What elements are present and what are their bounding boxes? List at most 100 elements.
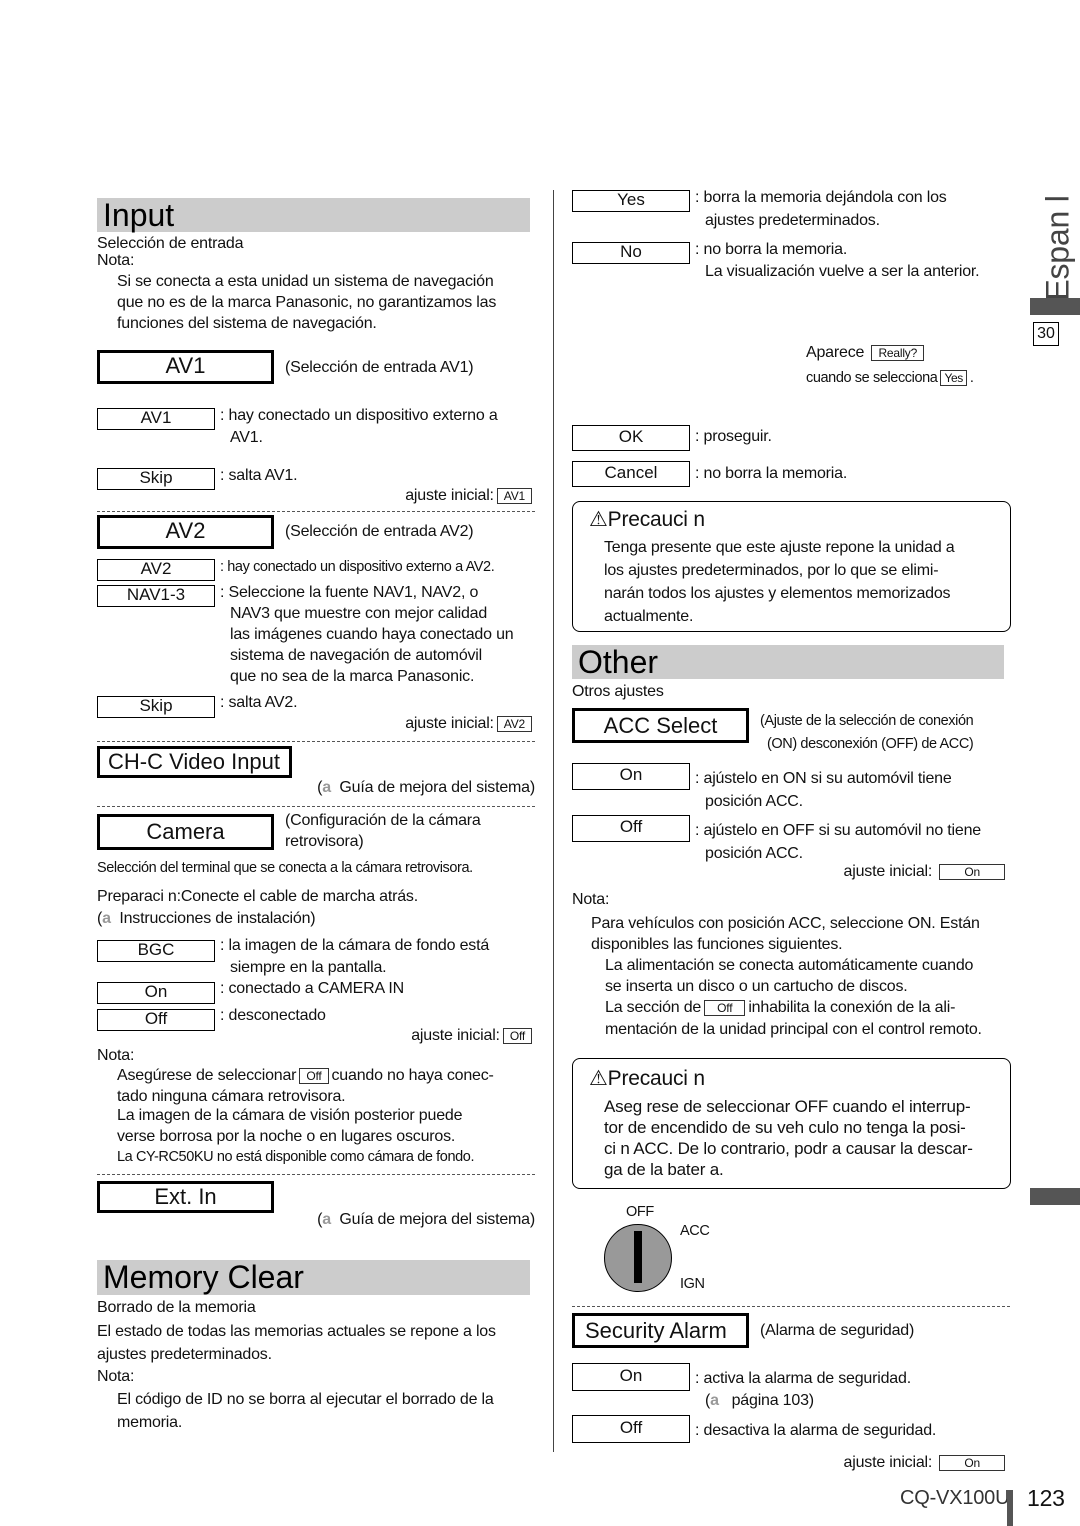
alarm-option-on[interactable]: On	[572, 1363, 690, 1391]
note-line: La imagen de la cámara de visión posteri…	[117, 1107, 463, 1124]
av2-option-skip[interactable]: Skip	[97, 696, 215, 718]
acc-select-menu-item[interactable]: ACC Select	[572, 708, 749, 743]
option-desc: posición ACC.	[705, 845, 803, 862]
section-number: 30	[1033, 322, 1059, 346]
memory-clear-header: Memory Clear	[97, 1259, 530, 1295]
option-desc: siempre en la pantalla.	[230, 959, 387, 976]
option-desc: : ajústelo en OFF si su automóvil no tie…	[695, 822, 981, 839]
alarm-caption: (Alarma de seguridad)	[760, 1322, 915, 1339]
note-line: Para vehículos con posición ACC, selecci…	[591, 915, 980, 932]
camera-menu-item[interactable]: Camera	[97, 814, 274, 850]
alarm-option-off[interactable]: Off	[572, 1415, 690, 1443]
option-desc: : la imagen de la cámara de fondo está	[220, 937, 490, 954]
note-line: se inserta un disco o un cartucho de dis…	[605, 978, 908, 995]
reference: (a Guía de mejora del sistema)	[317, 1211, 535, 1228]
note-line: que no es de la marca Panasonic, no gara…	[117, 294, 497, 311]
option-desc: las imágenes cuando haya conectado un	[230, 626, 514, 643]
option-desc: NAV3 que muestre con mejor calidad	[230, 605, 488, 622]
ok-button[interactable]: OK	[572, 425, 690, 451]
reference: (a Instrucciones de instalación)	[97, 910, 316, 927]
nota-label: Nota:	[97, 252, 135, 269]
reference: (a Guía de mejora del sistema)	[317, 779, 535, 796]
option-desc: AV1.	[230, 429, 263, 446]
initial-label: ajuste inicial:	[405, 487, 494, 504]
caution-line: Tenga presente que este ajuste repone la…	[604, 539, 955, 556]
initial-value: On	[939, 863, 1005, 880]
av1-option-av1[interactable]: AV1	[97, 408, 215, 430]
cancel-button[interactable]: Cancel	[572, 461, 690, 487]
option-desc: sistema de navegación de automóvil	[230, 647, 483, 664]
initial-setting: ajuste inicial: Off	[411, 1026, 535, 1046]
option-desc: La visualización vuelve a ser la anterio…	[705, 263, 980, 280]
nota-label: Nota:	[572, 891, 610, 908]
initial-setting: ajuste inicial: On	[844, 862, 1008, 882]
av2-menu-item[interactable]: AV2	[97, 515, 274, 549]
caution-line: tor de encendido de su veh culo no tenga…	[604, 1118, 966, 1137]
av2-caption: (Selección de entrada AV2)	[285, 523, 474, 540]
camera-option-on[interactable]: On	[97, 982, 215, 1004]
switch-label-ign: IGN	[680, 1276, 705, 1292]
arrow-icon: a	[710, 1392, 719, 1409]
caution-line: ci n ACC. De lo contrario, podr a causar…	[604, 1139, 973, 1158]
other-header: Other	[572, 644, 1004, 680]
initial-value: Off	[502, 1027, 532, 1044]
side-tab-bar	[1030, 298, 1080, 315]
option-desc: : conectado a CAMERA IN	[220, 980, 404, 997]
note-line: La CY-RC50KU no está disponible como cám…	[117, 1149, 475, 1165]
initial-setting: ajuste inicial: AV1	[405, 486, 535, 506]
option-desc: : no borra la memoria.	[695, 465, 848, 482]
footer-bar	[1007, 1490, 1013, 1526]
option-desc: : salta AV2.	[220, 694, 298, 711]
divider	[97, 741, 535, 742]
preparation: Preparaci n:Conecte el cable de marcha a…	[97, 888, 418, 905]
note-line: El código de ID no se borra al ejecutar …	[117, 1391, 494, 1408]
camera-option-off[interactable]: Off	[97, 1009, 215, 1031]
arrow-icon: a	[102, 910, 111, 927]
initial-value: AV1	[496, 487, 532, 504]
camera-option-bgc[interactable]: BGC	[97, 940, 215, 962]
page-number: 123	[1027, 1485, 1065, 1511]
memory-subtitle: Borrado de la memoria	[97, 1299, 256, 1316]
nota-label: Nota:	[97, 1368, 135, 1385]
option-desc: : proseguir.	[695, 428, 772, 445]
memory-text: ajustes predeterminados.	[97, 1346, 272, 1363]
camera-desc: Selección del terminal que se conecta a …	[97, 860, 473, 876]
security-alarm-menu-item[interactable]: Security Alarm	[572, 1313, 749, 1348]
acc-option-on[interactable]: On	[572, 763, 690, 790]
note-line: disponibles las funciones siguientes.	[591, 936, 843, 953]
av1-menu-item[interactable]: AV1	[97, 350, 274, 384]
warning-icon: ⚠	[589, 1067, 608, 1090]
option-desc: : hay conectado un dispositivo externo a…	[220, 559, 495, 575]
memory-option-yes[interactable]: Yes	[572, 190, 690, 212]
av2-option-av2[interactable]: AV2	[97, 559, 215, 581]
caution-line: narán todos los ajustes y elementos memo…	[604, 585, 951, 602]
av1-option-skip[interactable]: Skip	[97, 468, 215, 490]
option-desc: : Seleccione la fuente NAV1, NAV2, o	[220, 584, 479, 601]
confirm-note: Aparece Really?	[806, 343, 927, 363]
divider	[97, 806, 535, 807]
switch-label-acc: ACC	[680, 1223, 710, 1239]
initial-setting: ajuste inicial: AV2	[405, 714, 535, 734]
note-line: mentación de la unidad principal con el …	[605, 1021, 982, 1038]
option-desc: : ajústelo en ON si su automóvil tiene	[695, 770, 952, 787]
memory-option-no[interactable]: No	[572, 242, 690, 264]
divider	[97, 1174, 535, 1175]
input-title: Input	[103, 197, 175, 233]
language-tab-label: Espan l	[1039, 195, 1076, 301]
memory-text: El estado de todas las memorias actuales…	[97, 1323, 496, 1340]
caution-title: ⚠Precauci n	[589, 1067, 705, 1090]
option-desc: : activa la alarma de seguridad.	[695, 1370, 911, 1387]
other-title: Other	[578, 644, 659, 680]
note-line: La alimentación se conecta automáticamen…	[605, 957, 974, 974]
switch-label-off: OFF	[626, 1204, 654, 1220]
option-desc: : salta AV1.	[220, 467, 298, 484]
note-line: Asegúrese de seleccionar Off cuando no hay…	[117, 1067, 494, 1084]
ext-in-menu-item[interactable]: Ext. In	[97, 1181, 274, 1213]
acc-option-off[interactable]: Off	[572, 815, 690, 842]
reference: (a página 103)	[705, 1392, 814, 1409]
ch-c-video-input-menu-item[interactable]: CH-C Video Input	[97, 746, 292, 778]
input-header: Input	[97, 197, 530, 233]
camera-caption: retrovisora)	[285, 833, 364, 850]
note-line: memoria.	[117, 1414, 183, 1431]
av2-option-nav[interactable]: NAV1-3	[97, 585, 215, 607]
